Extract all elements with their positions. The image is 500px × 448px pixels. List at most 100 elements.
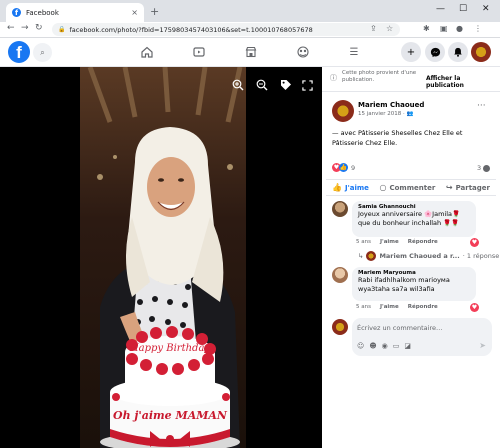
comment-bubble-icon xyxy=(483,164,491,172)
comment-count-value: 3 xyxy=(477,164,482,172)
comment-reply-button[interactable]: Répondre xyxy=(408,239,438,245)
love-reaction-icon[interactable]: ♥ xyxy=(470,303,479,312)
comment-text: Joyeux anniversaire 🌸Jamila🌹 que du bonh… xyxy=(358,210,461,227)
forward-arrow-icon[interactable]: → xyxy=(21,23,29,33)
minimize-button[interactable]: — xyxy=(436,4,445,14)
browser-tab-bar: f Facebook × + — ☐ ✕ xyxy=(0,0,500,22)
comment-time[interactable]: 5 ans xyxy=(356,304,371,310)
view-replies-row[interactable]: ↳ Mariem Chaoued a r... · 1 réponse xyxy=(358,251,499,261)
post-date[interactable]: 15 janvier 2018 · 👥 xyxy=(358,111,413,117)
menu-icon[interactable]: ☰ xyxy=(347,45,361,59)
comment-meta: 5 ans J'aime Répondre xyxy=(356,304,438,310)
sidepanel-icon[interactable]: ▣ xyxy=(440,24,448,33)
comment-like-button[interactable]: J'aime xyxy=(380,304,399,310)
thumbs-up-icon: 👍 xyxy=(332,183,342,192)
zoom-out-icon[interactable] xyxy=(255,78,269,92)
birthday-photo: Happy Birthday Oh j'aime MAMAN xyxy=(80,67,246,448)
friends-audience-icon: 👥 xyxy=(406,111,414,117)
comment-button[interactable]: ○ Commenter xyxy=(379,183,435,192)
info-icon: ⓘ xyxy=(330,74,337,82)
facebook-logo[interactable]: f xyxy=(8,41,30,63)
url-text: facebook.com/photo/?fbid=175980345740310… xyxy=(69,25,313,34)
fullscreen-icon[interactable] xyxy=(300,78,314,92)
account-avatar[interactable] xyxy=(471,42,491,62)
tag-icon[interactable] xyxy=(279,78,293,92)
profile-avatar-icon[interactable]: ● xyxy=(456,24,463,33)
comment-count[interactable]: 3 xyxy=(477,164,491,172)
comment-label: Commenter xyxy=(389,183,436,192)
share-page-icon[interactable]: ⇪ xyxy=(370,24,377,33)
comment-input-placeholder[interactable]: Écrivez un commentaire… xyxy=(357,324,443,332)
bookmark-star-icon[interactable]: ☆ xyxy=(386,24,393,33)
post-text: — avec Pâtisserie Sheselles Chez Elle et… xyxy=(332,129,463,147)
home-icon[interactable] xyxy=(140,45,154,59)
post-date-text: 15 janvier 2018 · xyxy=(358,111,407,117)
share-arrow-icon: ↪ xyxy=(445,183,453,192)
like-label: J'aime xyxy=(344,183,369,192)
cake-top-text: Happy Birthday xyxy=(129,343,210,354)
maximize-button[interactable]: ☐ xyxy=(459,4,467,14)
commenter-avatar[interactable] xyxy=(332,267,348,283)
zoom-in-icon[interactable] xyxy=(231,78,245,92)
comment-meta: 5 ans J'aime Répondre xyxy=(356,239,438,245)
address-bar-row: ← → ↻ 🔒 facebook.com/photo/?fbid=1759803… xyxy=(0,22,500,38)
groups-icon[interactable] xyxy=(296,45,310,59)
send-icon[interactable]: ➤ xyxy=(479,341,486,350)
reactions-summary[interactable]: ♥ 👍 9 xyxy=(332,163,355,172)
avatar-sticker-icon[interactable]: ☺ xyxy=(357,342,364,350)
more-options-icon[interactable]: ··· xyxy=(477,101,486,111)
share-button[interactable]: ↪ Partager xyxy=(446,183,490,192)
sticker-icon[interactable]: ◪ xyxy=(404,342,411,350)
like-reaction-icon: 👍 xyxy=(339,163,348,172)
reply-arrow-icon: ↳ xyxy=(358,252,364,260)
composer-tools: ☺ ☻ ◉ ▭ ◪ xyxy=(357,342,411,350)
browser-menu-icon[interactable]: ⋮ xyxy=(474,24,482,33)
comment-composer[interactable]: Écrivez un commentaire… ☺ ☻ ◉ ▭ ◪ ➤ xyxy=(352,318,492,356)
author-avatar[interactable] xyxy=(332,100,354,122)
gif-icon[interactable]: ▭ xyxy=(393,342,400,350)
cake-side-text: Oh j'aime MAMAN xyxy=(113,409,228,422)
photo-viewer: Happy Birthday Oh j'aime MAMAN xyxy=(0,67,322,448)
comment-time[interactable]: 5 ans xyxy=(356,239,371,245)
tab-close-icon[interactable]: × xyxy=(131,8,138,17)
marketplace-icon[interactable] xyxy=(244,45,258,59)
facebook-header: f ⌕ ☰ + xyxy=(0,38,500,67)
comment-bubble: Mariem Maryouma Rabi ifadhlhalkom marioу… xyxy=(352,267,476,301)
create-icon[interactable]: + xyxy=(401,42,421,62)
camera-icon[interactable]: ◉ xyxy=(382,342,388,350)
comment-reply-button[interactable]: Répondre xyxy=(408,304,438,310)
lock-icon: 🔒 xyxy=(58,26,66,33)
view-post-link[interactable]: Afficher la publication xyxy=(426,75,500,89)
commenter-avatar[interactable] xyxy=(332,201,348,217)
share-label: Partager xyxy=(455,183,490,192)
messenger-icon[interactable] xyxy=(425,42,445,62)
extensions-icon[interactable]: ✱ xyxy=(423,24,430,33)
speech-bubble-icon: ○ xyxy=(379,183,387,192)
watch-icon[interactable] xyxy=(192,45,206,59)
comment-text: Rabi ifadhlhalkom marioума wya3taha sa7a… xyxy=(358,276,450,293)
new-tab-button[interactable]: + xyxy=(150,5,159,18)
back-arrow-icon[interactable]: ← xyxy=(7,23,15,33)
facebook-favicon-icon: f xyxy=(12,8,21,17)
comment-bubble: Samia Ghannouchi Joyeux anniversaire 🌸Ja… xyxy=(352,201,476,237)
emoji-icon[interactable]: ☻ xyxy=(369,342,376,350)
reply-author-text: Mariem Chaoued a r... xyxy=(379,252,460,260)
like-button[interactable]: 👍 J'aime xyxy=(332,183,369,192)
notifications-icon[interactable] xyxy=(448,42,468,62)
reaction-count: 9 xyxy=(351,163,356,172)
my-avatar xyxy=(332,319,348,335)
browser-tab[interactable]: f Facebook × xyxy=(6,3,144,22)
reload-icon[interactable]: ↻ xyxy=(35,23,43,33)
post-actions: 👍 J'aime ○ Commenter ↪ Partager xyxy=(326,179,496,196)
notice-text: Cette photo provient d'une publication. xyxy=(342,70,417,83)
search-icon[interactable]: ⌕ xyxy=(33,43,52,62)
author-name[interactable]: Mariem Chaoued xyxy=(358,101,424,109)
tab-title: Facebook xyxy=(26,8,59,17)
close-window-button[interactable]: ✕ xyxy=(482,4,490,14)
comment-like-button[interactable]: J'aime xyxy=(380,239,399,245)
url-field[interactable]: 🔒 facebook.com/photo/?fbid=1759803457403… xyxy=(52,23,400,36)
love-reaction-icon[interactable]: ♥ xyxy=(470,238,479,247)
post-side-panel: ⓘ Cette photo provient d'une publication… xyxy=(322,67,500,448)
reply-count: · 1 réponse xyxy=(462,252,500,260)
source-notice: ⓘ Cette photo provient d'une publication… xyxy=(322,67,500,92)
